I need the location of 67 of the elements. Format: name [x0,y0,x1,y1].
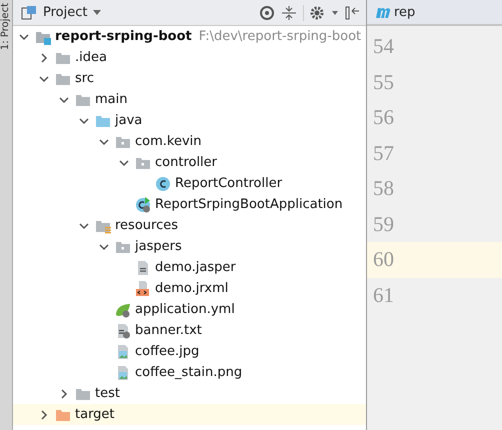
tree-item-label: application.yml [135,302,235,317]
tree-item[interactable]: coffee_stain.png [13,362,366,383]
line-number: 60 [367,242,502,278]
line-number: 58 [372,175,395,202]
tree-item[interactable]: .idea [13,47,366,68]
xml-file-icon [135,280,151,296]
tree-item[interactable]: com.kevin [13,131,366,152]
tree-item[interactable]: report-srping-boot F:\dev\report-srping-boot [13,26,366,47]
tree-item[interactable]: coffee.jpg [13,341,366,362]
file-type-icon [375,5,391,19]
tree-item[interactable]: demo.jrxml [13,278,366,299]
tree-item[interactable]: test [13,383,366,404]
tree-item-label: java [115,113,142,128]
line-number: 54 [372,33,395,60]
tree-item-label: ReportSrpingBootApplication [155,197,343,212]
tree-item[interactable]: demo.jasper [13,257,366,278]
tree-item[interactable]: resources [13,215,366,236]
project-view-icon [21,4,37,20]
tree-item[interactable]: java [13,110,366,131]
tree-item-label: demo.jrxml [155,281,228,296]
tree-item-label: test [95,386,120,401]
line-number: 55 [372,68,395,96]
line-number: 59 [372,210,395,238]
tool-window-tab[interactable]: 1: Project [0,3,12,50]
tree-item-label: coffee.jpg [135,344,200,359]
tree-item[interactable]: controller [13,152,366,173]
collapse-icon[interactable] [281,4,297,20]
class-icon [135,196,151,212]
locate-icon[interactable] [259,4,275,20]
tree-item-label: report-srping-boot [55,29,192,44]
image-file-icon [115,364,131,380]
tree-item[interactable]: application.yml [13,299,366,320]
editor-tab[interactable]: rep [367,0,502,26]
tree-item[interactable]: main [13,89,366,110]
tree-item-label: banner.txt [135,323,202,338]
tree-item[interactable]: jaspers [13,236,366,257]
tree-item[interactable]: banner.txt [13,320,366,341]
tree-item-label: main [95,92,128,107]
tree-item[interactable]: ReportSrpingBootApplication [13,194,366,215]
line-number: 61 [372,282,395,309]
tree-item-label: target [75,407,115,422]
tree-item[interactable]: src [13,68,366,89]
tree-item-label: demo.jasper [155,260,236,275]
caret-icon[interactable] [93,10,102,15]
tab-label: rep [394,4,416,20]
project-path: F:\dev\report-srping-boot [198,29,362,44]
hide-icon[interactable] [344,4,360,20]
leaf-icon [115,302,131,318]
line-number: 57 [372,140,395,167]
tree-item-label: com.kevin [135,134,202,149]
tree-item-label: src [75,71,94,86]
tree-item[interactable]: target [13,404,366,425]
tree-item-label: .idea [75,50,107,65]
tree-item-label: controller [155,155,218,170]
tree-item-label: jaspers [135,239,182,254]
line-number: 56 [372,104,395,132]
file-icon [115,322,131,338]
class-icon [155,176,171,192]
tree-item-label: resources [115,218,178,233]
tree-item[interactable]: ReportController [13,173,366,194]
tree-item-label: ReportController [175,176,282,191]
caret-icon[interactable] [332,10,338,14]
panel-title: Project [43,5,88,20]
settings-icon[interactable] [310,4,326,20]
file-icon [135,260,151,276]
image-file-icon [115,344,131,360]
tree-item-label: coffee_stain.png [135,365,242,380]
